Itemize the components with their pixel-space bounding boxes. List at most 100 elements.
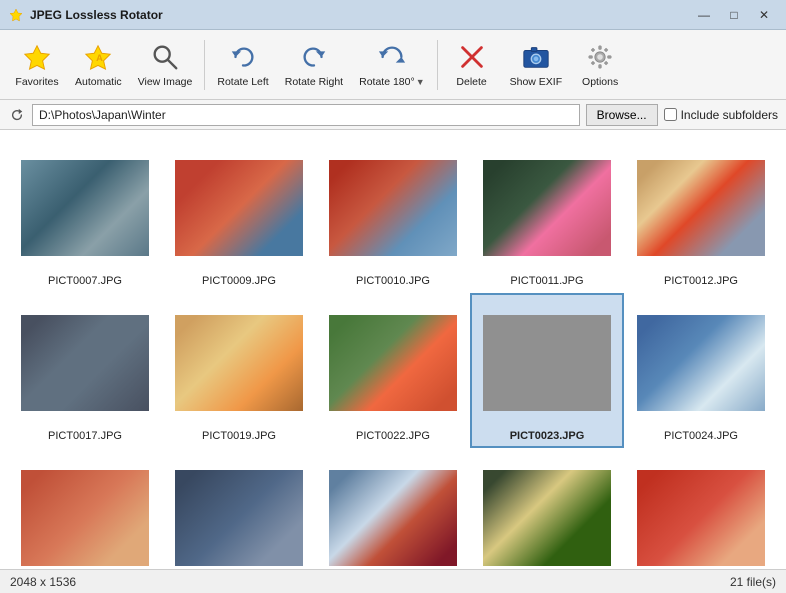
thumb-container	[166, 299, 312, 427]
view-image-button[interactable]: View Image	[131, 34, 200, 96]
cell-label: PICT0010.JPG	[356, 275, 430, 287]
options-label: Options	[582, 76, 618, 89]
cell-label: PICT0022.JPG	[356, 430, 430, 442]
options-button[interactable]: Options	[571, 34, 629, 96]
toolbar-separator-1	[204, 40, 205, 90]
thumbnail	[175, 315, 303, 411]
thumb-container	[628, 144, 774, 272]
minimize-button[interactable]: —	[690, 4, 718, 26]
image-grid: PICT0007.JPG PICT0009.JPG PICT0010.JPG PICT…	[0, 130, 786, 569]
toolbar: Favorites A Automatic View Image	[0, 30, 786, 100]
rotate-right-icon	[298, 41, 330, 73]
view-image-label: View Image	[138, 76, 193, 89]
rotate-180-label: Rotate 180°	[359, 76, 415, 89]
refresh-button[interactable]	[8, 106, 26, 124]
include-subfolders-group: Include subfolders	[664, 108, 778, 122]
rotate-left-button[interactable]: Rotate Left	[210, 34, 275, 96]
cell-label: PICT0011.JPG	[510, 275, 583, 287]
thumb-container	[474, 299, 620, 427]
include-subfolders-label: Include subfolders	[681, 108, 778, 122]
delete-icon	[456, 41, 488, 73]
show-exif-button[interactable]: Show EXIF	[503, 34, 570, 96]
app-icon	[8, 7, 24, 23]
thumb-container	[12, 454, 158, 569]
rotate-180-dropdown-arrow: ▼	[416, 77, 425, 87]
svg-text:A: A	[96, 52, 103, 62]
title-bar: JPEG Lossless Rotator — □ ✕	[0, 0, 786, 30]
grid-cell[interactable]: PICT0011.JPG	[470, 138, 624, 293]
cell-label: PICT0019.JPG	[202, 430, 276, 442]
thumbnail	[637, 470, 765, 566]
favorites-label: Favorites	[15, 76, 58, 89]
include-subfolders-checkbox[interactable]	[664, 108, 677, 121]
grid-cell[interactable]: PICT0012.JPG	[624, 138, 778, 293]
thumbnail	[175, 470, 303, 566]
path-input[interactable]	[32, 104, 580, 126]
thumb-container	[320, 299, 466, 427]
rotate-right-button[interactable]: Rotate Right	[278, 34, 350, 96]
grid-cell[interactable]: PICT0025.JPG	[8, 448, 162, 569]
thumbnail	[637, 315, 765, 411]
thumb-container	[474, 144, 620, 272]
cell-label: PICT0012.JPG	[664, 275, 738, 287]
toolbar-separator-2	[437, 40, 438, 90]
magnify-icon	[149, 41, 181, 73]
file-count-status: 21 file(s)	[730, 575, 776, 589]
cell-label: PICT0007.JPG	[48, 275, 122, 287]
favorites-button[interactable]: Favorites	[8, 34, 66, 96]
dimensions-status: 2048 x 1536	[10, 575, 76, 589]
grid-cell[interactable]: PICT0019.JPG	[162, 293, 316, 448]
thumbnail	[483, 160, 611, 256]
grid-cell[interactable]: PICT0022.JPG	[316, 293, 470, 448]
grid-cell[interactable]: PICT0007.JPG	[8, 138, 162, 293]
app-title: JPEG Lossless Rotator	[30, 8, 163, 22]
camera-icon	[520, 41, 552, 73]
status-bar: 2048 x 1536 21 file(s)	[0, 569, 786, 593]
grid-cell[interactable]: PICT0027.JPG	[316, 448, 470, 569]
browse-button[interactable]: Browse...	[586, 104, 658, 126]
grid-cell[interactable]: PICT0010.JPG	[316, 138, 470, 293]
rotate-right-label: Rotate Right	[285, 76, 343, 89]
grid-cell[interactable]: PICT0009.JPG	[162, 138, 316, 293]
cell-label: PICT0017.JPG	[48, 430, 122, 442]
gear-icon	[584, 41, 616, 73]
thumbnail	[637, 160, 765, 256]
title-bar-left: JPEG Lossless Rotator	[8, 7, 163, 23]
thumb-container	[12, 299, 158, 427]
thumb-container	[12, 144, 158, 272]
delete-label: Delete	[456, 76, 486, 89]
automatic-button[interactable]: A Automatic	[68, 34, 129, 96]
grid-cell[interactable]: PICT0026.JPG	[162, 448, 316, 569]
window-controls: — □ ✕	[690, 4, 778, 26]
thumb-container	[320, 144, 466, 272]
automatic-label: Automatic	[75, 76, 122, 89]
address-bar: Browse... Include subfolders	[0, 100, 786, 130]
rotate-180-icon	[376, 41, 408, 73]
thumbnail	[175, 160, 303, 256]
show-exif-label: Show EXIF	[510, 76, 563, 89]
grid-cell[interactable]: PICT0028.JPG	[470, 448, 624, 569]
grid-cell[interactable]: PICT0017.JPG	[8, 293, 162, 448]
thumb-container	[166, 454, 312, 569]
automatic-icon: A	[82, 41, 114, 73]
thumbnail	[21, 160, 149, 256]
maximize-button[interactable]: □	[720, 4, 748, 26]
rotate-left-icon	[227, 41, 259, 73]
rotate-180-button[interactable]: Rotate 180° ▼	[352, 34, 432, 96]
thumb-container	[628, 454, 774, 569]
thumb-container	[320, 454, 466, 569]
thumb-container	[628, 299, 774, 427]
thumbnail	[21, 470, 149, 566]
main-content: PICT0007.JPG PICT0009.JPG PICT0010.JPG PICT…	[0, 130, 786, 569]
thumbnail	[483, 315, 611, 411]
grid-cell[interactable]: PICT0023.JPG	[470, 293, 624, 448]
thumbnail	[329, 315, 457, 411]
delete-button[interactable]: Delete	[443, 34, 501, 96]
star-icon	[21, 41, 53, 73]
thumbnail	[21, 315, 149, 411]
close-button[interactable]: ✕	[750, 4, 778, 26]
thumb-container	[474, 454, 620, 569]
thumb-container	[166, 144, 312, 272]
grid-cell[interactable]: PICT0029.JPG	[624, 448, 778, 569]
grid-cell[interactable]: PICT0024.JPG	[624, 293, 778, 448]
